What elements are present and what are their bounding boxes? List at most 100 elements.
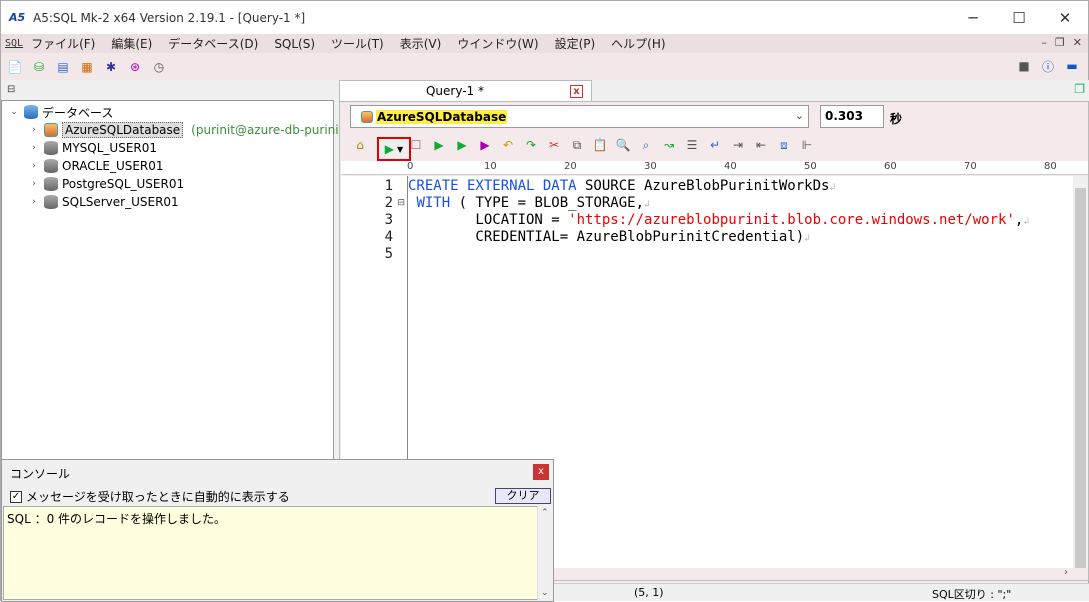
tab-close-icon[interactable]: x <box>570 84 583 98</box>
menu-view[interactable]: 表示(V) <box>392 35 450 52</box>
app-logo-icon: A5 <box>9 10 26 24</box>
tree-item-postgresql[interactable]: › PostgreSQL_USER01 <box>28 175 184 193</box>
search-icon[interactable]: 🔍 <box>615 137 631 153</box>
clock-icon[interactable]: ◷ <box>151 59 167 75</box>
table-icon[interactable]: ▦ <box>79 59 95 75</box>
cut-icon[interactable]: ✂ <box>546 137 562 153</box>
ruler-mark: 20 <box>564 161 577 172</box>
explain-icon[interactable]: ▶ <box>477 137 493 153</box>
line-number: 1 <box>384 178 393 194</box>
database-icon <box>44 159 58 173</box>
scrollbar-thumb[interactable] <box>1075 188 1086 568</box>
console-scrollbar[interactable]: ⌃ ⌄ <box>537 506 552 600</box>
azure-db-icon <box>44 123 58 137</box>
help-icon[interactable]: ⓘ <box>1040 58 1056 74</box>
minimize-button[interactable]: ─ <box>950 1 996 34</box>
tree-item-azuresqldatabase[interactable]: › AzureSQLDatabase (purinit@azure-db-pur… <box>28 121 348 139</box>
tree-root-label: データベース <box>42 105 114 120</box>
databases-icon <box>24 105 38 119</box>
run-to-csv-icon[interactable]: ▶ <box>454 137 470 153</box>
compare-icon[interactable]: ⧈ <box>776 137 792 153</box>
outline-icon[interactable]: ⊩ <box>799 137 815 153</box>
console-output[interactable]: SQL ：0 件のレコードを操作しました。 <box>3 506 539 600</box>
console-close-button[interactable]: x <box>533 464 549 480</box>
tree-item-mysql[interactable]: › MYSQL_USER01 <box>28 139 157 157</box>
menu-bar: SQL ファイル(F) 編集(E) データベース(D) SQL(S) ツール(T… <box>1 34 1088 53</box>
code-line-3: LOCATION = 'https://azureblobpurinit.blo… <box>408 212 1030 228</box>
open-db-icon[interactable]: ⛁ <box>31 59 47 75</box>
run-query-button[interactable]: ▶ ▼ <box>377 137 411 161</box>
tree-item-oracle[interactable]: › ORACLE_USER01 <box>28 157 164 175</box>
new-file-icon[interactable]: 📄 <box>7 59 23 75</box>
scroll-right-icon[interactable]: › <box>1064 567 1068 578</box>
tree-filter-icon[interactable]: ⊟ <box>7 84 15 95</box>
tree-item-label: MYSQL_USER01 <box>62 141 158 155</box>
menu-tools[interactable]: ツール(T) <box>323 35 392 52</box>
ruler-mark: 30 <box>644 161 657 172</box>
replace-icon[interactable]: ⌕ <box>638 137 654 153</box>
menu-edit[interactable]: 編集(E) <box>103 35 160 52</box>
chevron-down-icon[interactable]: ⌄ <box>8 107 20 117</box>
chevron-right-icon[interactable]: › <box>28 125 40 135</box>
connection-info: (purinit@azure-db-purinit) <box>191 123 349 137</box>
auto-show-checkbox[interactable]: ✓ メッセージを受け取ったときに自動的に表示する <box>10 488 290 505</box>
paste-icon[interactable]: 📋 <box>592 137 608 153</box>
database-select-value: AzureSQLDatabase <box>376 109 508 124</box>
chevron-right-icon[interactable]: › <box>28 143 40 153</box>
code-line-4: CREDENTIAL= AzureBlobPurinitCredential)↲ <box>408 229 811 245</box>
outdent-icon[interactable]: ⇤ <box>753 137 769 153</box>
database-icon <box>44 141 58 155</box>
clear-button[interactable]: クリア <box>495 488 551 504</box>
mdi-close-button[interactable]: ✕ <box>1073 36 1082 49</box>
plugin-icon[interactable]: ⊛ <box>127 59 143 75</box>
scroll-down-icon[interactable]: ⌄ <box>541 588 549 598</box>
chevron-right-icon[interactable]: › <box>28 161 40 171</box>
tree-item-sqlserver[interactable]: › SQLServer_USER01 <box>28 193 179 211</box>
maximize-button[interactable]: ☐ <box>996 1 1042 34</box>
align-icon[interactable]: ☰ <box>684 137 700 153</box>
menu-database[interactable]: データベース(D) <box>160 35 266 52</box>
ruler-mark: 40 <box>724 161 737 172</box>
code-line-1: CREATE EXTERNAL DATA SOURCE AzureBlobPur… <box>408 178 836 194</box>
menu-settings[interactable]: 設定(P) <box>547 35 604 52</box>
mdi-restore-button[interactable]: ❐ <box>1055 36 1065 49</box>
vertical-scrollbar[interactable] <box>1073 176 1088 568</box>
chevron-right-icon[interactable]: › <box>28 179 40 189</box>
mdi-minimize-button[interactable]: – <box>1041 36 1047 49</box>
tree-item-label: ORACLE_USER01 <box>62 159 164 173</box>
chevron-down-icon[interactable]: ⌄ <box>795 109 804 122</box>
checkbox-icon[interactable]: ✓ <box>10 490 22 503</box>
database-icon[interactable]: ▤ <box>55 59 71 75</box>
menu-window[interactable]: ウインドウ(W) <box>449 35 546 52</box>
line-number: 3 <box>384 212 393 228</box>
tree-root[interactable]: ⌄ データベース <box>8 103 113 121</box>
tab-strip: Query-1 * x ❐ <box>339 80 1089 101</box>
scroll-up-icon[interactable]: ⌃ <box>541 508 549 518</box>
indent-icon[interactable]: ⇥ <box>730 137 746 153</box>
undo-icon[interactable]: ↶ <box>500 137 516 153</box>
copy-icon[interactable]: ⧉ <box>569 137 585 153</box>
elapsed-unit: 秒 <box>890 112 903 126</box>
menu-file[interactable]: ファイル(F) <box>23 35 103 52</box>
keyboard-icon[interactable]: ▬ <box>1064 58 1080 74</box>
database-select[interactable]: AzureSQLDatabase ⌄ <box>350 105 809 128</box>
chevron-down-icon[interactable]: ▼ <box>397 145 403 154</box>
gear-icon[interactable]: ✱ <box>103 59 119 75</box>
wrap-icon[interactable]: ↵ <box>707 137 723 153</box>
jump-icon[interactable]: ↝ <box>661 137 677 153</box>
window-list-icon[interactable]: ❐ <box>1074 82 1085 96</box>
play-icon: ▶ <box>384 142 395 156</box>
chevron-right-icon[interactable]: › <box>28 197 40 207</box>
cursor-position: (5, 1) <box>634 586 664 599</box>
ruler-mark: 70 <box>964 161 977 172</box>
console-title: コンソール <box>10 467 71 481</box>
close-button[interactable]: ✕ <box>1042 1 1088 34</box>
menu-help[interactable]: ヘルプ(H) <box>603 35 673 52</box>
stop-icon[interactable]: ■ <box>1016 58 1032 74</box>
fold-icon[interactable]: ⊟ <box>397 198 405 208</box>
format-icon[interactable]: ⌂ <box>352 137 368 153</box>
redo-icon[interactable]: ↷ <box>523 137 539 153</box>
run-to-ab-icon[interactable]: ▶ <box>431 137 447 153</box>
menu-sql[interactable]: SQL(S) <box>266 37 323 51</box>
tab-query-1[interactable]: Query-1 * x <box>339 80 592 101</box>
